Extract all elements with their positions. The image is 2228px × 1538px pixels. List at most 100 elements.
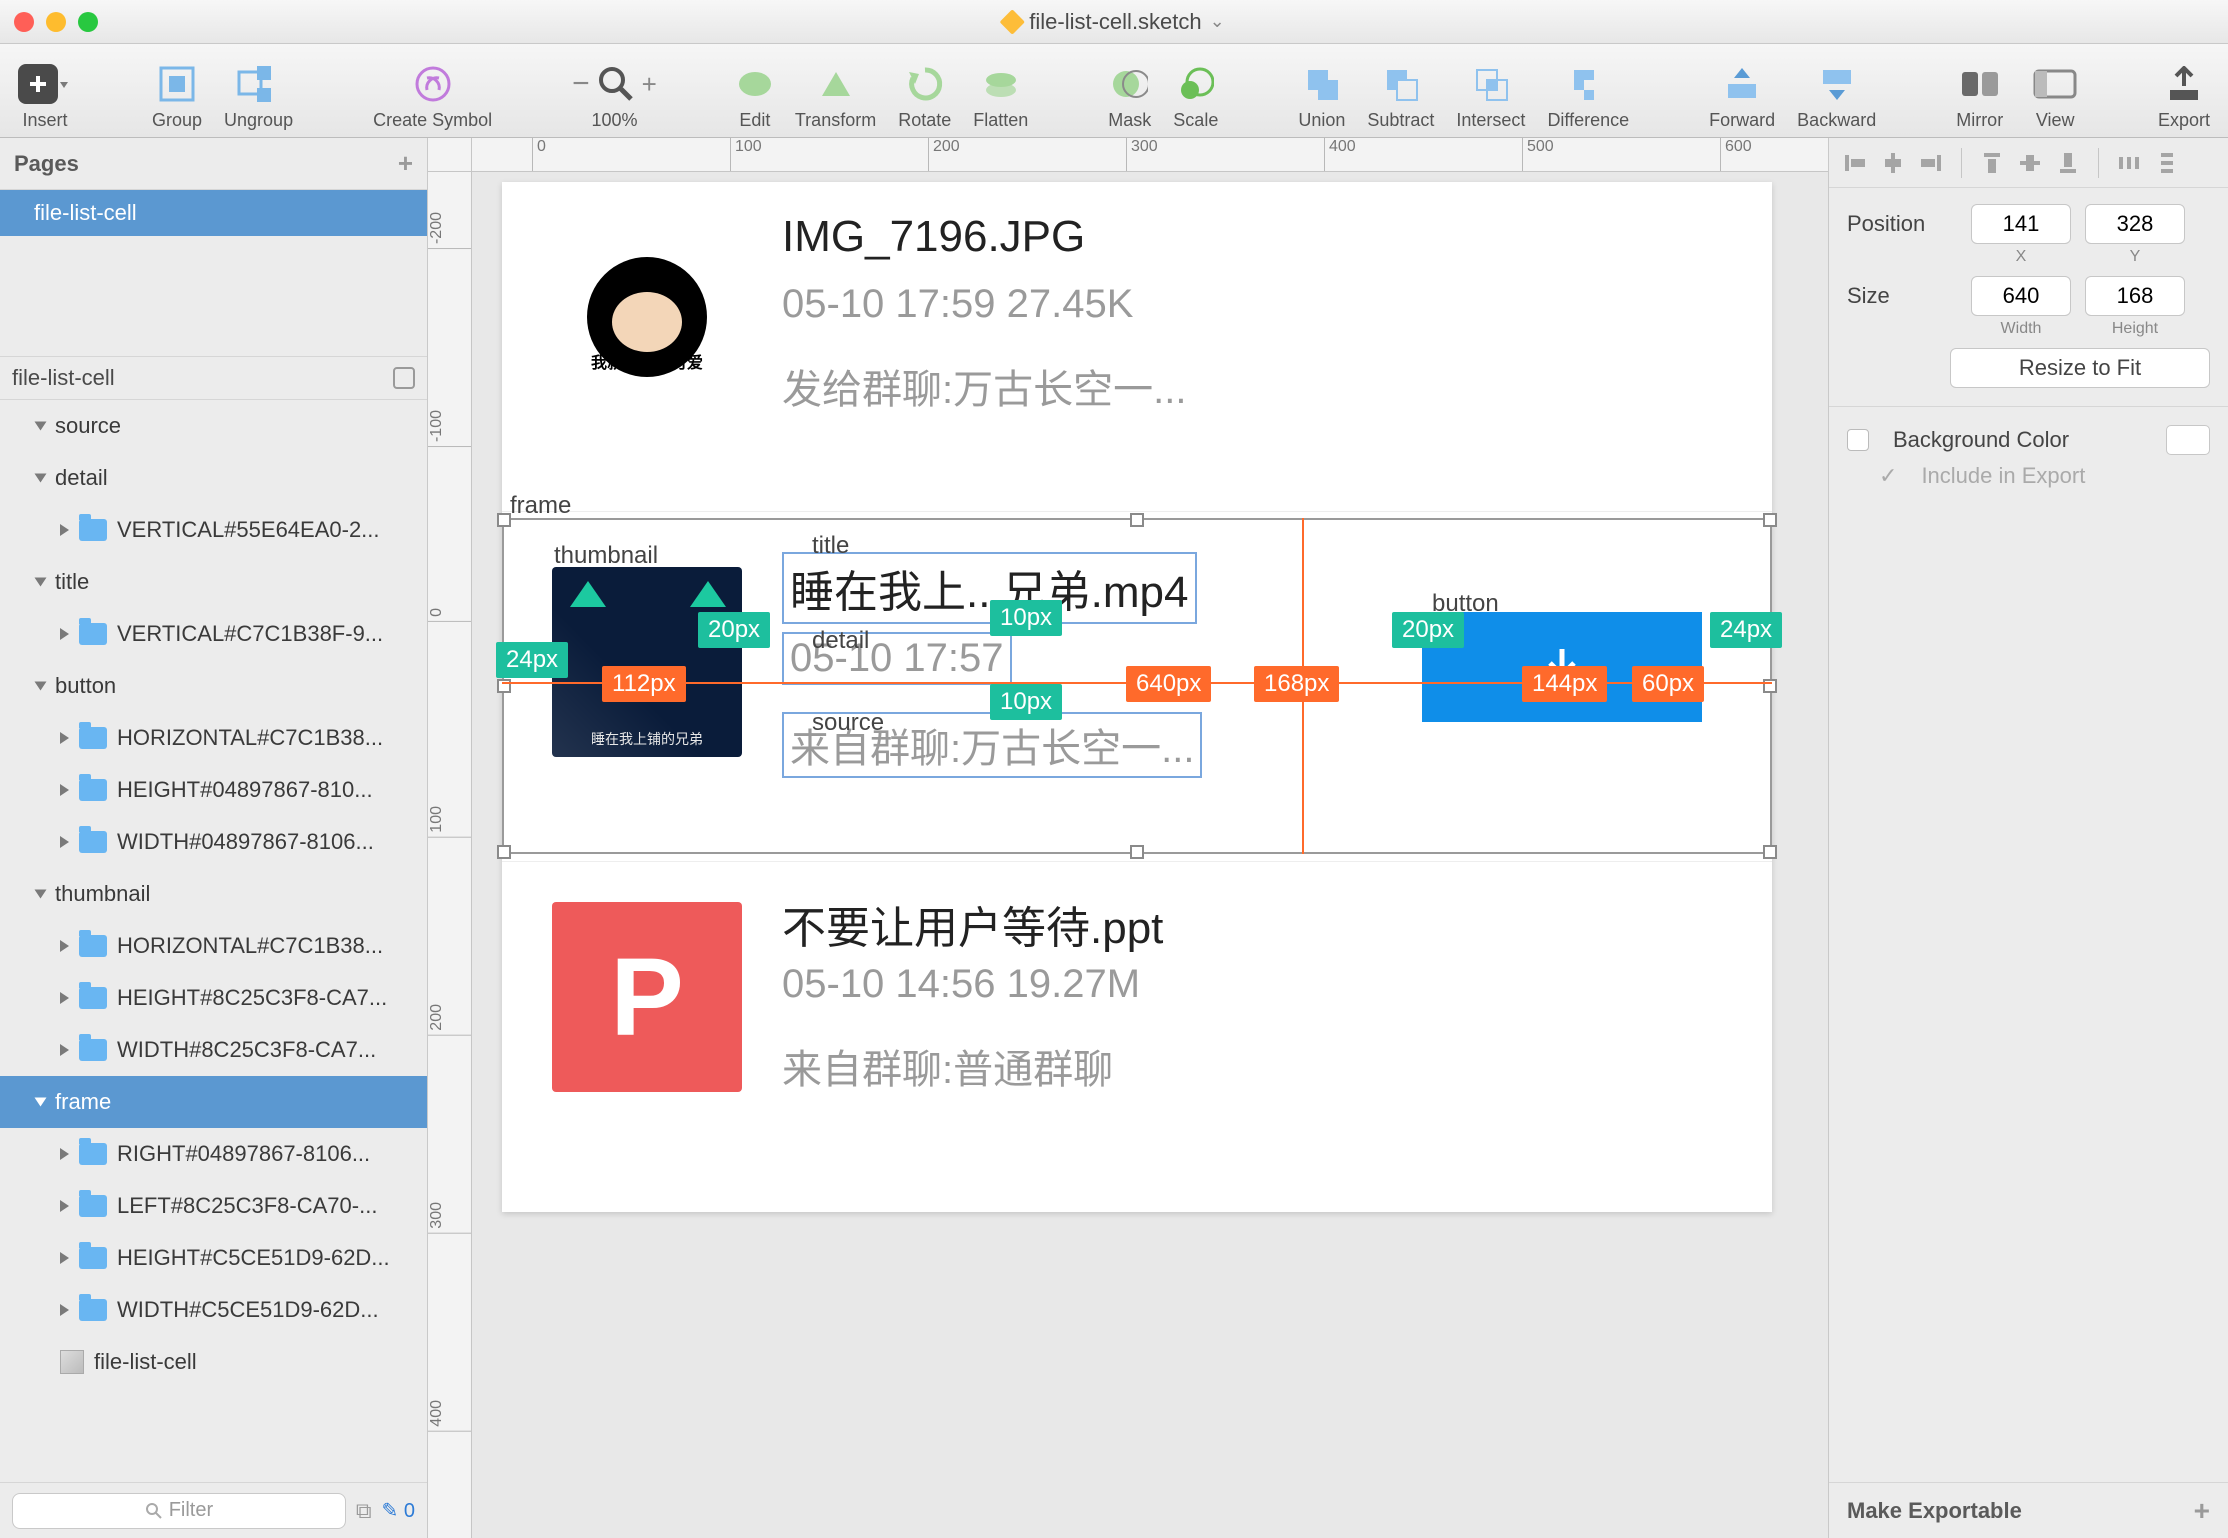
mirror-button[interactable]: Mirror: [1956, 62, 2003, 131]
width-field[interactable]: [1971, 276, 2071, 316]
artboard-name: file-list-cell: [12, 365, 115, 391]
thumbnail-3: P: [552, 902, 742, 1092]
height-field[interactable]: [2085, 276, 2185, 316]
distribute-v-icon[interactable]: [2155, 151, 2179, 175]
thumbnail-1: 我就是这么可爱: [552, 222, 742, 412]
align-left-icon[interactable]: [1843, 151, 1867, 175]
zoom-control[interactable]: −+100%: [572, 62, 657, 131]
union-button[interactable]: Union: [1298, 62, 1345, 131]
layer-row[interactable]: HEIGHT#04897867-810...: [0, 764, 427, 816]
zoom-window-button[interactable]: [78, 12, 98, 32]
file-source-2: 来自群聊:万古长空一...: [782, 712, 1202, 778]
badge-btn-left: 20px: [1392, 612, 1464, 648]
canvas[interactable]: 0100200300400500600 -200-100010020030040…: [428, 138, 1828, 1538]
minimize-window-button[interactable]: [46, 12, 66, 32]
layer-row[interactable]: HEIGHT#C5CE51D9-62D...: [0, 1232, 427, 1284]
filter-bar: Filter ⧉ ✎ 0: [0, 1482, 427, 1538]
ruler-corner: [428, 138, 472, 172]
badge-thumb-width: 112px: [602, 666, 686, 702]
difference-button[interactable]: Difference: [1547, 62, 1629, 131]
group-button[interactable]: Group: [152, 62, 202, 131]
mask-button[interactable]: Mask: [1108, 62, 1151, 131]
file-detail-2: 05-10 17:57: [782, 632, 1012, 685]
include-export-label: Include in Export: [1921, 463, 2085, 489]
file-source-3: 来自群聊:普通群聊: [782, 1037, 1113, 1095]
bg-color-checkbox[interactable]: [1847, 429, 1869, 451]
page-item[interactable]: file-list-cell: [0, 190, 427, 236]
layer-row[interactable]: button: [0, 660, 427, 712]
search-icon: [145, 1502, 163, 1520]
align-hcenter-icon[interactable]: [1881, 151, 1905, 175]
include-export-checkbox: ✓: [1879, 463, 1897, 489]
add-page-button[interactable]: +: [398, 148, 413, 179]
backward-button[interactable]: Backward: [1797, 62, 1876, 131]
artboard-header[interactable]: file-list-cell: [0, 356, 427, 400]
layer-row[interactable]: WIDTH#8C25C3F8-CA7...: [0, 1024, 427, 1076]
badge-frame-width: 640px: [1126, 666, 1211, 702]
window-titlebar: file-list-cell.sketch ⌄: [0, 0, 2228, 44]
layer-row[interactable]: source: [0, 400, 427, 452]
layer-row[interactable]: title: [0, 556, 427, 608]
insert-button[interactable]: Insert: [18, 62, 72, 131]
x-field[interactable]: [1971, 204, 2071, 244]
align-right-icon[interactable]: [1919, 151, 1943, 175]
distribute-h-icon[interactable]: [2117, 151, 2141, 175]
bg-color-swatch[interactable]: [2166, 425, 2210, 455]
export-button[interactable]: Export: [2158, 62, 2210, 131]
rotate-button[interactable]: Rotate: [898, 62, 951, 131]
badge-left-margin: 24px: [496, 642, 568, 678]
layer-row[interactable]: VERTICAL#55E64EA0-2...: [0, 504, 427, 556]
resize-to-fit-button[interactable]: Resize to Fit: [1950, 348, 2210, 388]
file-detail-1: 05-10 17:59 27.45K: [782, 282, 1133, 327]
intersect-button[interactable]: Intersect: [1456, 62, 1525, 131]
artboard-icon: [393, 367, 415, 389]
layer-row[interactable]: WIDTH#C5CE51D9-62D...: [0, 1284, 427, 1336]
layer-row[interactable]: HEIGHT#8C25C3F8-CA7...: [0, 972, 427, 1024]
layer-row[interactable]: VERTICAL#C7C1B38F-9...: [0, 608, 427, 660]
layer-row[interactable]: file-list-cell: [0, 1336, 427, 1388]
edit-button[interactable]: Edit: [737, 62, 773, 131]
view-button[interactable]: View: [2033, 62, 2077, 131]
badge-btn-width: 144px: [1522, 666, 1607, 702]
align-top-icon[interactable]: [1980, 151, 2004, 175]
create-symbol-button[interactable]: Create Symbol: [373, 62, 492, 131]
position-label: Position: [1847, 211, 1957, 237]
scale-button[interactable]: Scale: [1173, 62, 1218, 131]
flatten-button[interactable]: Flatten: [973, 62, 1028, 131]
canvas-stage[interactable]: 我就是这么可爱 IMG_7196.JPG 05-10 17:59 27.45K …: [472, 172, 1828, 1538]
window-title: file-list-cell.sketch ⌄: [1003, 9, 1224, 35]
file-cell-1: 我就是这么可爱 IMG_7196.JPG 05-10 17:59 27.45K …: [502, 182, 1772, 512]
main-area: Pages + file-list-cell file-list-cell so…: [0, 138, 2228, 1538]
align-vcenter-icon[interactable]: [2018, 151, 2042, 175]
bg-color-label: Background Color: [1893, 427, 2069, 453]
transform-button[interactable]: Transform: [795, 62, 876, 131]
layer-row[interactable]: HORIZONTAL#C7C1B38...: [0, 920, 427, 972]
file-title-3: 不要让用户等待.ppt: [782, 892, 1163, 956]
layer-row[interactable]: WIDTH#04897867-8106...: [0, 816, 427, 868]
file-detail-3: 05-10 14:56 19.27M: [782, 962, 1140, 1007]
subtract-button[interactable]: Subtract: [1367, 62, 1434, 131]
filter-input[interactable]: Filter: [12, 1493, 346, 1529]
layer-row[interactable]: HORIZONTAL#C7C1B38...: [0, 712, 427, 764]
layer-row[interactable]: thumbnail: [0, 868, 427, 920]
file-source-1: 发给群聊:万古长空一...: [782, 357, 1186, 415]
layer-row[interactable]: detail: [0, 452, 427, 504]
layer-tree[interactable]: sourcedetailVERTICAL#55E64EA0-2...titleV…: [0, 400, 427, 1482]
align-bottom-icon[interactable]: [2056, 151, 2080, 175]
layer-row[interactable]: RIGHT#04897867-8106...: [0, 1128, 427, 1180]
ungroup-button[interactable]: Ungroup: [224, 62, 293, 131]
layer-row[interactable]: LEFT#8C25C3F8-CA70-...: [0, 1180, 427, 1232]
duplicate-icon[interactable]: ⧉: [356, 1498, 372, 1524]
edit-pen-icon[interactable]: ✎ 0: [382, 1498, 415, 1523]
layer-row[interactable]: frame: [0, 1076, 427, 1128]
inspector: Position XY Size WidthHeight Resize to F…: [1828, 138, 2228, 1538]
close-window-button[interactable]: [14, 12, 34, 32]
title-chevron-icon[interactable]: ⌄: [1210, 11, 1225, 32]
forward-button[interactable]: Forward: [1709, 62, 1775, 131]
make-exportable[interactable]: Make Exportable +: [1829, 1482, 2228, 1538]
align-bar: [1829, 138, 2228, 188]
ruler-vertical: -200-1000100200300400: [428, 172, 472, 1538]
add-export-icon[interactable]: +: [2194, 1495, 2210, 1527]
y-field[interactable]: [2085, 204, 2185, 244]
badge-right-margin: 24px: [1710, 612, 1782, 648]
